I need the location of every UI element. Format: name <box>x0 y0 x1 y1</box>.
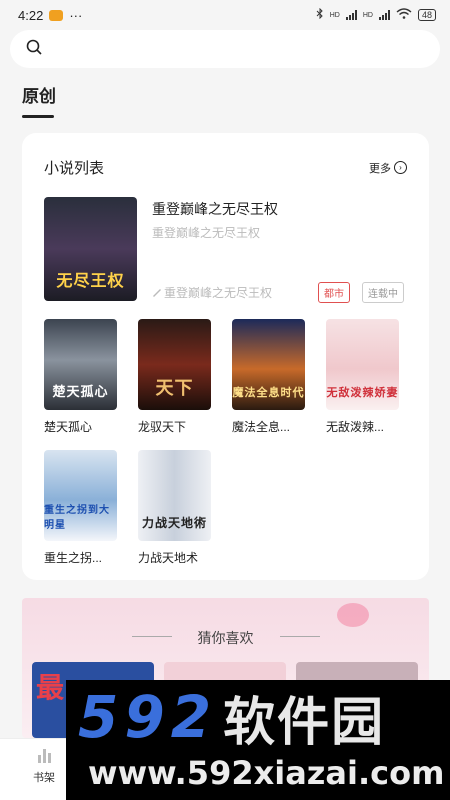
status-tag: 连载中 <box>362 282 404 303</box>
watermark-brand-name: 软件园 <box>223 692 386 753</box>
novel-list-card: 小说列表 更多 › 无尽王权 重登巅峰之无尽王权 重登巅峰之无尽王权 重登巅峰之… <box>22 133 429 580</box>
book-title[interactable]: 力战天地术 <box>138 549 211 566</box>
book-title[interactable]: 重生之拐... <box>44 549 117 566</box>
book-cover-text: 楚天孤心 <box>52 384 109 399</box>
banner-logo-icon <box>337 603 369 627</box>
book-cover-text: 力战天地術 <box>141 516 207 530</box>
featured-author-text: 重登巅峰之无尽王权 <box>164 286 273 300</box>
tab-original[interactable]: 原创 <box>22 82 428 107</box>
book-cover[interactable]: 楚天孤心 <box>44 319 117 410</box>
book-cover-text: 重生之拐到大明星 <box>44 505 110 531</box>
book-title[interactable]: 无敌泼辣... <box>326 418 399 435</box>
promo-cover-text: 最 <box>36 672 65 703</box>
nav-bookshelf-label[interactable]: 书架 <box>33 772 55 784</box>
featured-book-cover[interactable]: 无尽王权 <box>44 197 137 301</box>
book-item[interactable]: 力战天地術 力战天地术 <box>138 450 211 566</box>
bar-chart-icon[interactable] <box>22 745 66 763</box>
book-item[interactable]: 无敌泼辣娇妻 无敌泼辣... <box>326 319 399 435</box>
pen-icon <box>152 286 162 300</box>
featured-book-subtitle: 重登巅峰之无尽王权 <box>152 226 261 240</box>
bluetooth-icon <box>316 7 324 22</box>
book-title[interactable]: 魔法全息... <box>232 418 305 435</box>
watermark-brand-number: 592 <box>78 683 218 751</box>
app-notification-icon <box>49 9 64 21</box>
hd-label-2: HD <box>362 11 373 19</box>
tab-row: 原创 <box>0 82 450 118</box>
search-bar[interactable] <box>10 30 440 68</box>
more-button[interactable]: 更多 › <box>369 160 407 176</box>
book-cover[interactable]: 力战天地術 <box>138 450 211 541</box>
book-cover-text: 无敌泼辣娇妻 <box>326 387 399 399</box>
book-cover[interactable]: 天下 <box>138 319 211 410</box>
more-notifications-icon: ··· <box>69 7 83 23</box>
more-label[interactable]: 更多 <box>369 160 391 176</box>
book-cover[interactable]: 重生之拐到大明星 <box>44 450 117 541</box>
hd-label-1: HD <box>329 11 340 19</box>
section-title: 小说列表 <box>44 160 105 177</box>
book-cover-text: 魔法全息时代 <box>232 387 305 399</box>
watermark-overlay: 592 软件园 www.592xiazai.com <box>66 680 450 800</box>
status-bar: 4:22 ··· HD HD 48 <box>0 0 450 30</box>
book-title[interactable]: 龙驭天下 <box>138 418 211 435</box>
featured-book-title[interactable]: 重登巅峰之无尽王权 <box>152 199 278 219</box>
book-cover-text: 天下 <box>155 378 194 398</box>
signal-icon-2 <box>378 10 390 20</box>
status-time: 4:22 <box>18 7 44 23</box>
book-cover[interactable]: 无敌泼辣娇妻 <box>326 319 399 410</box>
chevron-right-icon[interactable]: › <box>394 161 407 174</box>
book-cover[interactable]: 魔法全息时代 <box>232 319 305 410</box>
battery-indicator: 48 <box>417 9 436 21</box>
book-item[interactable]: 天下 龙驭天下 <box>138 319 211 435</box>
tab-underline <box>22 115 54 118</box>
book-title[interactable]: 楚天孤心 <box>44 418 117 435</box>
wifi-icon <box>396 8 412 22</box>
book-item[interactable]: 重生之拐到大明星 重生之拐... <box>44 450 117 566</box>
book-item[interactable]: 魔法全息时代 魔法全息... <box>232 319 305 435</box>
signal-icon <box>345 10 357 20</box>
banner-title: 猜你喜欢 <box>197 630 254 646</box>
featured-book-author: 重登巅峰之无尽王权 <box>152 284 272 301</box>
book-item[interactable]: 楚天孤心 楚天孤心 <box>44 319 117 435</box>
watermark-url: www.592xiazai.com <box>88 754 445 792</box>
featured-cover-text: 无尽王权 <box>56 273 125 290</box>
genre-tag: 都市 <box>318 282 350 303</box>
nav-bookshelf[interactable]: 书架 <box>22 745 66 785</box>
search-icon[interactable] <box>26 39 42 60</box>
